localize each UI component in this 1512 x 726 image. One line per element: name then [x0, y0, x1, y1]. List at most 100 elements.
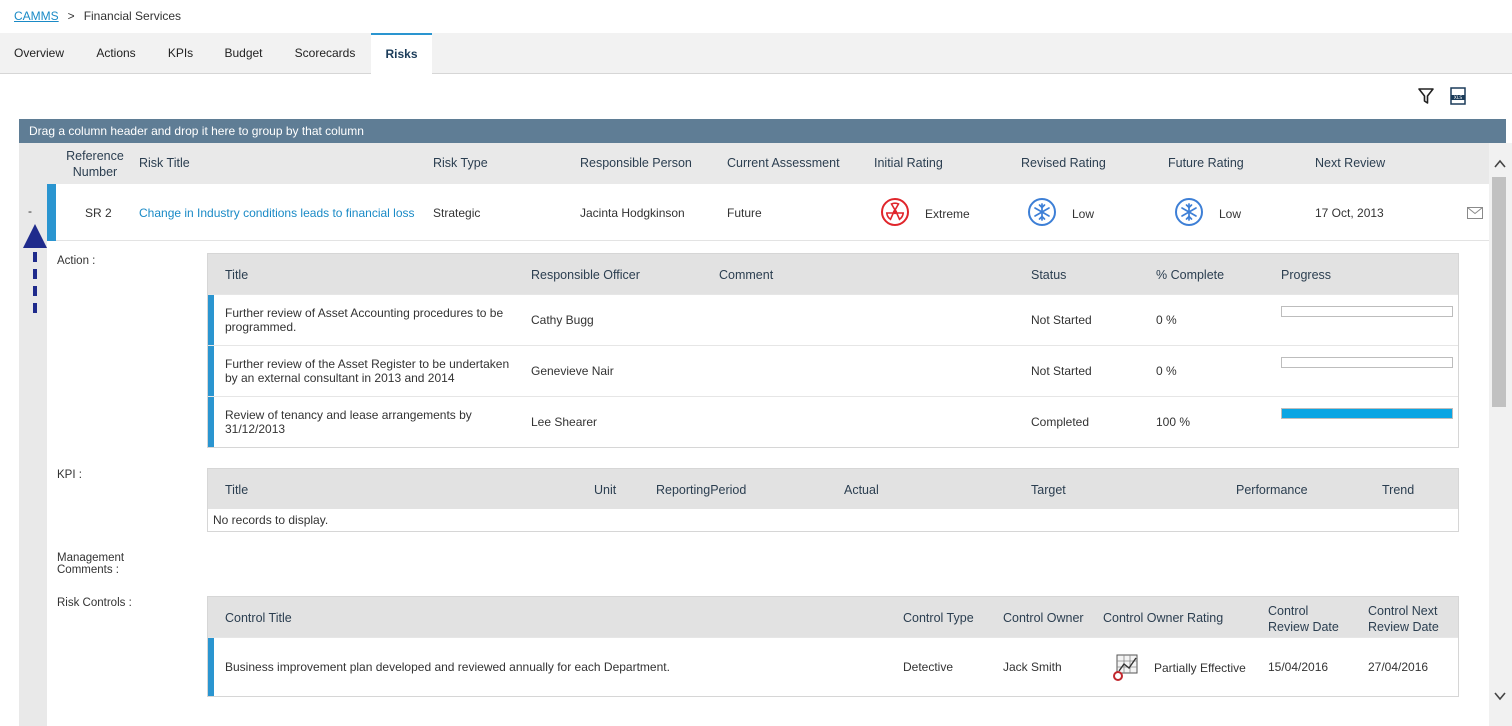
tab-kpis[interactable]: KPIs [154, 33, 207, 73]
revised-rating-label: Low [1072, 207, 1095, 221]
mail-icon[interactable] [1467, 207, 1483, 219]
risk-title-link[interactable]: Change in Industry conditions leads to f… [139, 206, 415, 220]
action-section-label: Action : [57, 255, 96, 267]
action-title-line1: Further review of the Asset Register to … [225, 357, 510, 371]
action-title-line1: Review of tenancy and lease arrangements… [225, 408, 472, 422]
responsible-person: Jacinta Hodgkinson [580, 206, 685, 220]
row-accent-bar [208, 397, 214, 447]
actions-header-status[interactable]: Status [1031, 268, 1066, 282]
column-header-reference-line1: Reference [66, 149, 124, 163]
controls-header-owner[interactable]: Control Owner [1003, 611, 1084, 625]
control-title: Business improvement plan developed and … [225, 660, 670, 674]
action-status: Completed [1031, 415, 1090, 429]
column-header-current-assessment[interactable]: Current Assessment [727, 156, 840, 170]
row-accent-bar [208, 346, 214, 396]
kpi-header-unit[interactable]: Unit [594, 483, 616, 497]
breadcrumb-current: Financial Services [83, 9, 182, 23]
kpi-header-actual[interactable]: Actual [844, 483, 879, 497]
row-accent-bar [208, 295, 214, 345]
controls-header-review-line1: Control [1268, 604, 1309, 618]
kpi-header-trend[interactable]: Trend [1382, 483, 1414, 497]
action-status: Not Started [1031, 313, 1092, 327]
actions-header-officer[interactable]: Responsible Officer [531, 268, 640, 282]
action-percent-complete: 0 % [1156, 313, 1177, 327]
future-rating-label: Low [1219, 207, 1242, 221]
controls-header-next-review-date[interactable]: Control Next Review Date [1368, 603, 1439, 635]
actions-header-comment[interactable]: Comment [719, 268, 773, 282]
action-progress-bar [1281, 357, 1453, 368]
scroll-down-icon[interactable] [1493, 689, 1507, 703]
actions-grid-header: Title Responsible Officer Comment Status… [208, 254, 1458, 294]
kpi-header-reporting-period[interactable]: ReportingPeriod [656, 483, 746, 497]
management-comments-label-line1: Management [57, 552, 125, 564]
scroll-up-icon[interactable] [1493, 157, 1507, 171]
column-header-risk-title[interactable]: Risk Title [139, 156, 190, 170]
kpi-grid-header: Title Unit ReportingPeriod Actual Target… [208, 469, 1458, 509]
controls-header-next-line1: Control Next [1368, 604, 1438, 618]
action-row[interactable]: Further review of Asset Accounting proce… [208, 294, 1458, 345]
controls-header-title[interactable]: Control Title [225, 611, 292, 625]
action-percent-complete: 0 % [1156, 364, 1177, 378]
actions-header-progress[interactable]: Progress [1281, 268, 1331, 282]
initial-rating-label: Extreme [925, 207, 970, 221]
column-header-reference[interactable]: Reference Number [65, 148, 125, 180]
annotation-arrow-icon [21, 222, 51, 322]
kpi-header-title[interactable]: Title [225, 483, 248, 497]
kpi-header-performance[interactable]: Performance [1236, 483, 1308, 497]
group-by-panel[interactable]: Drag a column header and drop it here to… [19, 119, 1506, 143]
action-officer: Lee Shearer [531, 415, 598, 429]
next-review-date: 17 Oct, 2013 [1315, 206, 1384, 220]
collapse-row-toggle[interactable]: - [28, 204, 32, 218]
vertical-scrollbar[interactable] [1489, 143, 1512, 726]
actions-header-complete[interactable]: % Complete [1156, 268, 1224, 282]
breadcrumb: CAMMS > Financial Services [14, 9, 181, 23]
risk-type: Strategic [433, 206, 481, 220]
partially-effective-icon [1111, 652, 1141, 682]
risk-grid-header: Reference Number Risk Title Risk Type Re… [19, 143, 1489, 184]
kpi-no-records-text: No records to display. [213, 513, 329, 527]
column-header-revised-rating[interactable]: Revised Rating [1021, 156, 1106, 170]
extreme-rating-icon [881, 198, 909, 226]
kpi-header-target[interactable]: Target [1031, 483, 1066, 497]
kpi-grid: Title Unit ReportingPeriod Actual Target… [207, 468, 1459, 532]
management-comments-label: Management Comments : [57, 552, 124, 576]
controls-header-next-line2: Review Date [1368, 620, 1439, 634]
control-row[interactable]: Business improvement plan developed and … [208, 637, 1458, 696]
action-row[interactable]: Review of tenancy and lease arrangements… [208, 396, 1458, 447]
controls-header-review-line2: Review Date [1268, 620, 1339, 634]
tab-scorecards[interactable]: Scorecards [280, 33, 370, 73]
tab-overview[interactable]: Overview [0, 33, 78, 73]
column-header-next-review[interactable]: Next Review [1315, 156, 1385, 170]
filter-icon[interactable] [1416, 86, 1436, 106]
controls-grid-header: Control Title Control Type Control Owner… [208, 597, 1458, 637]
control-owner-rating: Partially Effective [1154, 661, 1246, 675]
column-header-future-rating[interactable]: Future Rating [1168, 156, 1244, 170]
control-type: Detective [903, 660, 954, 674]
actions-grid: Title Responsible Officer Comment Status… [207, 253, 1459, 448]
column-header-responsible-person[interactable]: Responsible Person [580, 156, 692, 170]
tab-bar: Overview Actions KPIs Budget Scorecards … [0, 33, 1512, 74]
tab-risks[interactable]: Risks [371, 33, 432, 74]
controls-header-type[interactable]: Control Type [903, 611, 974, 625]
controls-header-review-date[interactable]: Control Review Date [1268, 603, 1339, 635]
actions-header-title[interactable]: Title [225, 268, 248, 282]
action-status: Not Started [1031, 364, 1092, 378]
row-accent-bar [208, 638, 214, 696]
risk-row[interactable]: SR 2 Change in Industry conditions leads… [47, 184, 1489, 241]
action-officer: Genevieve Nair [531, 364, 614, 378]
column-header-initial-rating[interactable]: Initial Rating [874, 156, 943, 170]
controls-header-owner-rating[interactable]: Control Owner Rating [1103, 611, 1223, 625]
tab-budget[interactable]: Budget [207, 33, 280, 73]
breadcrumb-root-link[interactable]: CAMMS [14, 9, 59, 23]
excel-export-icon[interactable]: XLS [1448, 86, 1468, 106]
tab-actions[interactable]: Actions [78, 33, 154, 73]
kpi-section-label: KPI : [57, 469, 82, 481]
action-row[interactable]: Further review of the Asset Register to … [208, 345, 1458, 396]
risk-controls-grid: Control Title Control Type Control Owner… [207, 596, 1459, 697]
scrollbar-thumb[interactable] [1492, 177, 1506, 407]
svg-text:XLS: XLS [1454, 95, 1463, 101]
risk-controls-label: Risk Controls : [57, 597, 132, 609]
control-review-date: 15/04/2016 [1268, 660, 1329, 674]
control-next-review-date: 27/04/2016 [1368, 660, 1429, 674]
column-header-risk-type[interactable]: Risk Type [433, 156, 488, 170]
